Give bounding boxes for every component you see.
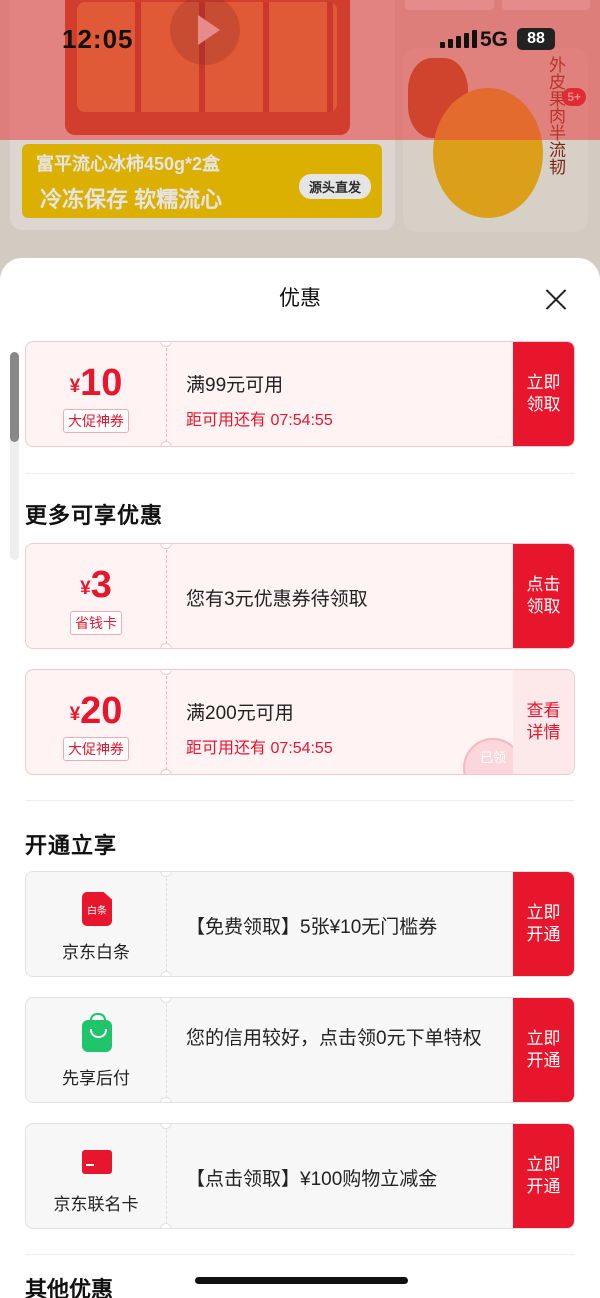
claim-button[interactable]: 点击领取 (513, 544, 574, 648)
service-text: 【免费领取】5张¥10无门槛券 (186, 917, 438, 938)
sheet-title: 优惠 (279, 287, 321, 310)
status-bar: 12:05 5G 88 (0, 0, 600, 80)
amount-number: 3 (90, 564, 112, 606)
service-name: 京东联名卡 (53, 1195, 139, 1214)
divider (25, 800, 575, 801)
coupon-amount: ¥3 (26, 564, 166, 607)
scroll-thumb[interactable] (10, 352, 19, 442)
coupon-amount: ¥10 (26, 362, 166, 405)
amount-number: 10 (80, 362, 123, 404)
divider (25, 1254, 575, 1255)
notch (160, 971, 172, 976)
service-brand: 白条 京东白条 (26, 872, 166, 976)
divider (166, 1004, 167, 1098)
shopping-bag-icon (82, 1013, 112, 1052)
saver-card[interactable]: ¥3 省钱卡 您有3元优惠券待领取 点击领取 (25, 543, 575, 649)
home-indicator[interactable] (195, 1277, 408, 1284)
activate-button[interactable]: 立即开通 (513, 1124, 574, 1228)
currency-symbol: ¥ (69, 704, 81, 725)
notch (160, 643, 172, 648)
discount-sheet: 优惠 ¥10 大促神券 满99元可用 距可用还有 07:54:55 立即领取 更… (0, 258, 600, 1298)
signal-icon (440, 30, 477, 48)
view-details-button[interactable]: 查看详情 (513, 670, 574, 774)
close-icon[interactable] (540, 284, 572, 316)
notch (160, 1223, 172, 1228)
coupon-tag: 省钱卡 (70, 611, 122, 635)
currency-symbol: ¥ (80, 578, 91, 599)
coupon-value: ¥20 大促神券 (26, 670, 166, 774)
amount-number: 20 (80, 690, 123, 732)
divider (166, 550, 167, 644)
clock: 12:05 (62, 24, 134, 54)
notch (160, 441, 172, 446)
scrollbar[interactable] (10, 352, 19, 560)
service-info: 【免费领取】5张¥10无门槛券 (186, 872, 516, 976)
notch (160, 1097, 172, 1102)
service-name: 先享后付 (62, 1069, 130, 1088)
service-info: 【点击领取】¥100购物立减金 (186, 1124, 516, 1228)
coupon-info: 您有3元优惠券待领取 (186, 544, 516, 648)
coupon-countdown: 距可用还有 07:54:55 (186, 412, 333, 429)
currency-symbol: ¥ (69, 376, 81, 397)
activate-button[interactable]: 立即开通 (513, 998, 574, 1102)
coupon-tag: 大促神券 (63, 737, 129, 761)
activate-button[interactable]: 立即开通 (513, 872, 574, 976)
service-brand: 京东联名卡 (26, 1124, 166, 1228)
divider (166, 878, 167, 972)
service-card-baitiao[interactable]: 白条 京东白条 【免费领取】5张¥10无门槛券 立即开通 (25, 871, 575, 977)
coupon-countdown: 距可用还有 07:54:55 (186, 740, 333, 757)
section-title-open: 开通立享 (25, 833, 118, 858)
saver-card-text: 您有3元优惠券待领取 (186, 589, 368, 610)
divider (25, 473, 575, 474)
section-title-more: 更多可享优惠 (25, 503, 164, 528)
service-brand: 先享后付 (26, 998, 166, 1102)
coupon-condition: 满99元可用 (186, 375, 284, 396)
notch (160, 769, 172, 774)
coupon-tag: 大促神券 (63, 409, 129, 433)
service-text: 【点击领取】¥100购物立减金 (186, 1169, 438, 1190)
service-name: 京东白条 (62, 943, 130, 962)
battery-icon: 88 (517, 28, 555, 50)
network-type: 5G (480, 28, 509, 51)
service-text: 您的信用较好，点击领0元下单特权 (186, 1028, 482, 1049)
service-card-pay-later[interactable]: 先享后付 您的信用较好，点击领0元下单特权 立即开通 (25, 997, 575, 1103)
coupon-card-10[interactable]: ¥10 大促神券 满99元可用 距可用还有 07:54:55 立即领取 (25, 341, 575, 447)
divider (166, 348, 167, 442)
coupon-condition: 满200元可用 (186, 703, 294, 724)
divider (166, 676, 167, 770)
coupon-info: 满99元可用 距可用还有 07:54:55 (186, 342, 516, 446)
divider (166, 1130, 167, 1224)
baitiao-icon-text: 白条 (87, 906, 107, 917)
claim-button[interactable]: 立即领取 (513, 342, 574, 446)
credit-card-icon (82, 1150, 112, 1174)
service-info: 您的信用较好，点击领0元下单特权 (186, 998, 516, 1102)
coupon-amount: ¥20 (26, 690, 166, 733)
coupon-value: ¥3 省钱卡 (26, 544, 166, 648)
coupon-card-20[interactable]: ¥20 大促神券 满200元可用 距可用还有 07:54:55 已领 查看详情 (25, 669, 575, 775)
coupon-value: ¥10 大促神券 (26, 342, 166, 446)
section-title-other: 其他优惠 (25, 1277, 114, 1298)
service-card-cobrand[interactable]: 京东联名卡 【点击领取】¥100购物立减金 立即开通 (25, 1123, 575, 1229)
baitiao-icon: 白条 (82, 892, 112, 926)
